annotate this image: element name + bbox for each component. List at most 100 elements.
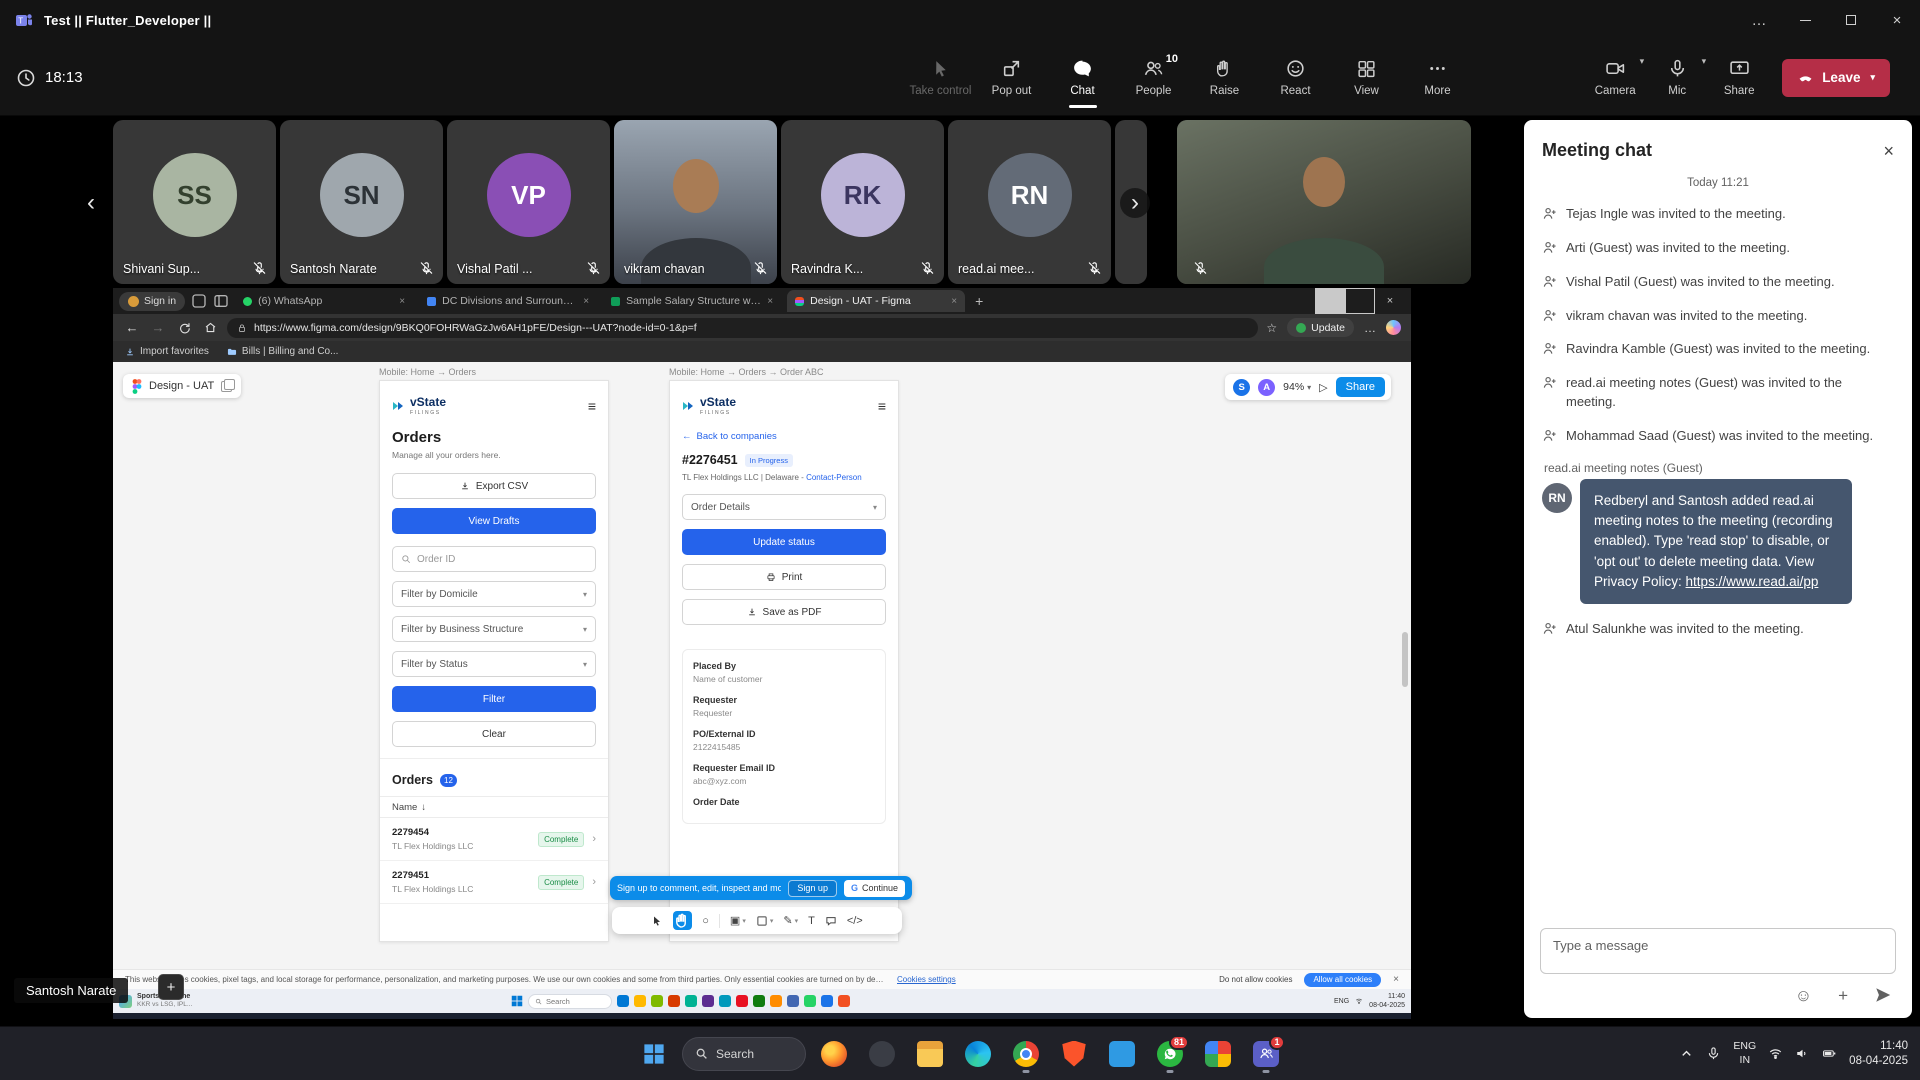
- maximize-button[interactable]: [1828, 0, 1874, 40]
- vscode-app-button[interactable]: [1102, 1034, 1142, 1074]
- export-csv-button[interactable]: Export CSV: [392, 473, 596, 499]
- shared-clock[interactable]: 11:40 08-04-2025: [1369, 992, 1405, 1010]
- code-tool-icon[interactable]: </>: [847, 915, 863, 927]
- collaborator-avatar[interactable]: S: [1233, 379, 1250, 396]
- participant-tile[interactable]: RK Ravindra K...: [781, 120, 944, 284]
- taskbar-clock[interactable]: 11:40 08-04-2025: [1849, 1039, 1908, 1069]
- teams-app-button[interactable]: 1: [1246, 1034, 1286, 1074]
- close-icon[interactable]: ×: [1393, 974, 1399, 985]
- figma-doc-chip[interactable]: Design - UAT: [123, 374, 241, 398]
- zoom-control[interactable]: 94%▾: [1283, 381, 1311, 393]
- language-indicator[interactable]: ENG: [1334, 998, 1349, 1005]
- app-icon[interactable]: [821, 995, 833, 1007]
- allow-cookies-button[interactable]: Allow all cookies: [1304, 973, 1381, 987]
- minimize-icon[interactable]: [1315, 288, 1345, 314]
- favorite-star-icon[interactable]: ☆: [1266, 321, 1277, 335]
- app-icon[interactable]: [753, 995, 765, 1007]
- clear-button[interactable]: Clear: [392, 721, 596, 747]
- app-icon[interactable]: [668, 995, 680, 1007]
- filter-structure-select[interactable]: Filter by Business Structure▾: [392, 616, 596, 642]
- new-tab-icon[interactable]: +: [975, 293, 983, 309]
- react-button[interactable]: React: [1260, 40, 1331, 115]
- browser-tab[interactable]: (6) WhatsApp ×: [235, 290, 413, 312]
- taskbar-search[interactable]: Search: [682, 1037, 806, 1071]
- volume-icon[interactable]: [1795, 1046, 1810, 1061]
- pen-tool-icon[interactable]: ✎▾: [783, 914, 798, 927]
- battery-icon[interactable]: [1822, 1046, 1837, 1061]
- hand-tool-icon[interactable]: [673, 911, 692, 930]
- start-icon[interactable]: [511, 995, 523, 1007]
- forward-icon[interactable]: →: [149, 320, 167, 335]
- view-button[interactable]: View: [1331, 40, 1402, 115]
- mic-chevron-icon[interactable]: ▾: [1702, 56, 1707, 67]
- scroll-right-icon[interactable]: ›: [1120, 188, 1150, 218]
- more-button[interactable]: More: [1402, 40, 1473, 115]
- app-icon[interactable]: [719, 995, 731, 1007]
- copilot-icon[interactable]: [1386, 320, 1401, 335]
- back-to-companies-link[interactable]: ← Back to companies: [682, 431, 886, 442]
- google-app-button[interactable]: [1198, 1034, 1238, 1074]
- order-details-select[interactable]: Order Details▾: [682, 494, 886, 520]
- order-row[interactable]: 2279451 TL Flex Holdings LLC Complete ›: [380, 861, 608, 904]
- close-button[interactable]: ×: [1874, 0, 1920, 40]
- back-icon[interactable]: ←: [123, 320, 141, 335]
- privacy-policy-link[interactable]: https://www.read.ai/pp: [1686, 574, 1819, 589]
- browser-update-button[interactable]: Update: [1287, 318, 1354, 337]
- order-row[interactable]: 2279454 TL Flex Holdings LLC Complete ›: [380, 818, 608, 861]
- app-icon[interactable]: [685, 995, 697, 1007]
- shape-tool-icon[interactable]: ▾: [756, 915, 774, 927]
- edge-app-button[interactable]: [958, 1034, 998, 1074]
- participant-tile[interactable]: SS Shivani Sup...: [113, 120, 276, 284]
- zoom-in-button[interactable]: +: [158, 974, 184, 1000]
- workspaces-icon[interactable]: [191, 293, 207, 309]
- browser-tab[interactable]: DC Divisions and Surroundings ×: [419, 290, 597, 312]
- view-drafts-button[interactable]: View Drafts: [392, 508, 596, 534]
- duplicate-icon[interactable]: [221, 381, 232, 392]
- canvas-scrollbar[interactable]: [1402, 632, 1408, 687]
- attach-plus-icon[interactable]: +: [1838, 987, 1848, 1004]
- settings-app-button[interactable]: [862, 1034, 902, 1074]
- close-chat-icon[interactable]: ×: [1883, 142, 1894, 160]
- camera-chevron-icon[interactable]: ▾: [1640, 56, 1645, 67]
- update-status-button[interactable]: Update status: [682, 529, 886, 555]
- camera-button[interactable]: ▾ Camera: [1584, 40, 1646, 115]
- comment-tool-icon[interactable]: [825, 915, 837, 927]
- participant-tile[interactable]: SN Santosh Narate: [280, 120, 443, 284]
- browser-menu-icon[interactable]: …: [1364, 321, 1376, 335]
- pop-out-button[interactable]: Pop out: [976, 40, 1047, 115]
- tray-chevron-icon[interactable]: [1679, 1046, 1694, 1061]
- participant-tile-spotlight[interactable]: [1177, 120, 1471, 284]
- start-button[interactable]: [634, 1034, 674, 1074]
- home-icon[interactable]: [201, 321, 219, 334]
- column-header[interactable]: Name ↓: [380, 796, 608, 818]
- close-tab-icon[interactable]: ×: [951, 296, 957, 307]
- maximize-icon[interactable]: [1345, 288, 1375, 314]
- app-icon[interactable]: [617, 995, 629, 1007]
- window-menu-icon[interactable]: …: [1736, 0, 1782, 40]
- participant-tile[interactable]: vikram chavan: [614, 120, 777, 284]
- present-icon[interactable]: ▷: [1319, 381, 1327, 394]
- app-icon[interactable]: [651, 995, 663, 1007]
- app-icon[interactable]: [634, 995, 646, 1007]
- filter-status-select[interactable]: Filter by Status▾: [392, 651, 596, 677]
- send-icon[interactable]: [1874, 986, 1892, 1004]
- people-button[interactable]: 10 People: [1118, 40, 1189, 115]
- language-switcher[interactable]: ENG IN: [1733, 1040, 1756, 1066]
- app-icon[interactable]: [787, 995, 799, 1007]
- emoji-icon[interactable]: ☺: [1795, 987, 1812, 1004]
- leave-chevron-icon[interactable]: ▾: [1870, 72, 1875, 83]
- participant-tile[interactable]: VP Vishal Patil ...: [447, 120, 610, 284]
- brave-app-button[interactable]: [1054, 1034, 1094, 1074]
- close-tab-icon[interactable]: ×: [399, 296, 405, 307]
- frame-tool-icon[interactable]: ▣▾: [730, 914, 746, 927]
- app-icon[interactable]: [838, 995, 850, 1007]
- tray-mic-icon[interactable]: [1706, 1046, 1721, 1061]
- file-explorer-button[interactable]: [910, 1034, 950, 1074]
- browser-tab[interactable]: Sample Salary Structure with cal... ×: [603, 290, 781, 312]
- close-tab-icon[interactable]: ×: [767, 296, 773, 307]
- app-icon[interactable]: [736, 995, 748, 1007]
- app-icon[interactable]: [702, 995, 714, 1007]
- move-tool-icon[interactable]: [651, 915, 663, 927]
- app-icon[interactable]: [804, 995, 816, 1007]
- message-input[interactable]: Type a message: [1540, 928, 1896, 974]
